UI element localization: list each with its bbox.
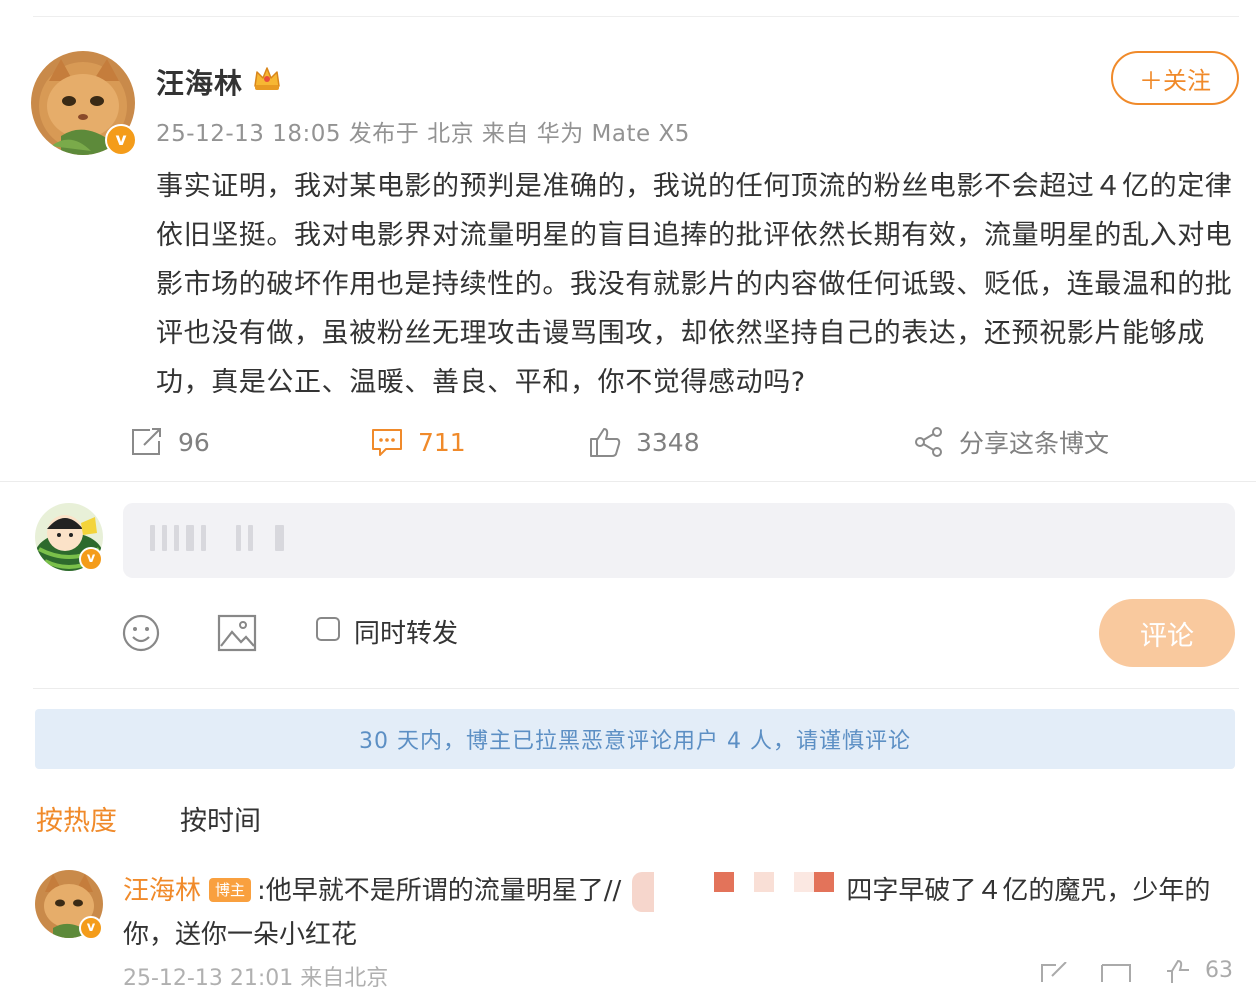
comment-button[interactable]: 711 bbox=[370, 420, 466, 464]
share-icon bbox=[915, 427, 942, 457]
repost-count: 96 bbox=[178, 427, 210, 457]
comment-like-button[interactable]: 63 bbox=[1165, 958, 1233, 983]
tab-sort-hot[interactable]: 按热度 bbox=[36, 799, 117, 838]
follow-button[interactable]: ＋关注 bbox=[1111, 51, 1239, 105]
image-icon[interactable] bbox=[217, 614, 257, 656]
verified-icon: v bbox=[79, 547, 103, 571]
crown-icon bbox=[252, 64, 282, 96]
top-divider bbox=[33, 16, 1239, 17]
like-icon bbox=[590, 428, 621, 457]
comment-count: 711 bbox=[418, 427, 466, 457]
post-meta: 25-12-13 18:05 发布于 北京 来自 华为 Mate X5 bbox=[156, 121, 690, 147]
section-divider bbox=[0, 481, 1256, 482]
redaction-block bbox=[814, 872, 834, 892]
comment-reply-icon[interactable] bbox=[1100, 962, 1132, 986]
verified-icon: v bbox=[79, 916, 103, 940]
author-name[interactable]: 汪海林 bbox=[156, 62, 243, 102]
share-label: 分享这条博文 bbox=[959, 429, 1110, 458]
tab-sort-time[interactable]: 按时间 bbox=[180, 799, 261, 838]
post-body: 事实证明，我对某电影的预判是准确的，我说的任何顶流的粉丝电影不会超过４亿的定律依… bbox=[156, 171, 1233, 398]
like-icon bbox=[1167, 959, 1189, 983]
comment-text-part1: :他早就不是所谓的流量明星了// bbox=[257, 876, 622, 906]
comment-text: 汪海林 博主:他早就不是所谓的流量明星了//四字早破了４亿的魔咒，少年的你，送你一… bbox=[123, 869, 1233, 957]
submit-comment-button[interactable]: 评论 bbox=[1099, 599, 1235, 667]
emoji-icon[interactable] bbox=[121, 613, 161, 657]
redaction-block bbox=[632, 872, 654, 912]
redaction-block bbox=[794, 872, 814, 892]
author-tag: 博主 bbox=[209, 878, 252, 902]
comment-like-count: 63 bbox=[1205, 958, 1233, 983]
redaction-block bbox=[754, 872, 774, 892]
comment-icon bbox=[372, 429, 402, 456]
like-button[interactable]: 3348 bbox=[588, 420, 700, 464]
comment-author-name[interactable]: 汪海林 bbox=[123, 876, 201, 906]
forward-checkbox[interactable] bbox=[316, 617, 340, 641]
forward-label[interactable]: 同时转发 bbox=[354, 613, 458, 650]
share-button[interactable]: 分享这条博文 bbox=[913, 420, 1109, 464]
comment-meta: 25-12-13 21:01 来自北京 bbox=[123, 966, 389, 991]
blacklist-notice: 30 天内，博主已拉黑恶意评论用户 4 人，请谨慎评论 bbox=[35, 709, 1235, 769]
redaction-block bbox=[714, 872, 734, 892]
like-count: 3348 bbox=[636, 427, 700, 457]
repost-button[interactable]: 96 bbox=[130, 420, 210, 464]
comment-repost-icon[interactable] bbox=[1040, 961, 1070, 986]
repost-icon bbox=[132, 428, 161, 455]
verified-icon: v bbox=[105, 124, 137, 156]
section-divider bbox=[33, 688, 1239, 689]
comment-input-placeholder bbox=[150, 525, 291, 555]
